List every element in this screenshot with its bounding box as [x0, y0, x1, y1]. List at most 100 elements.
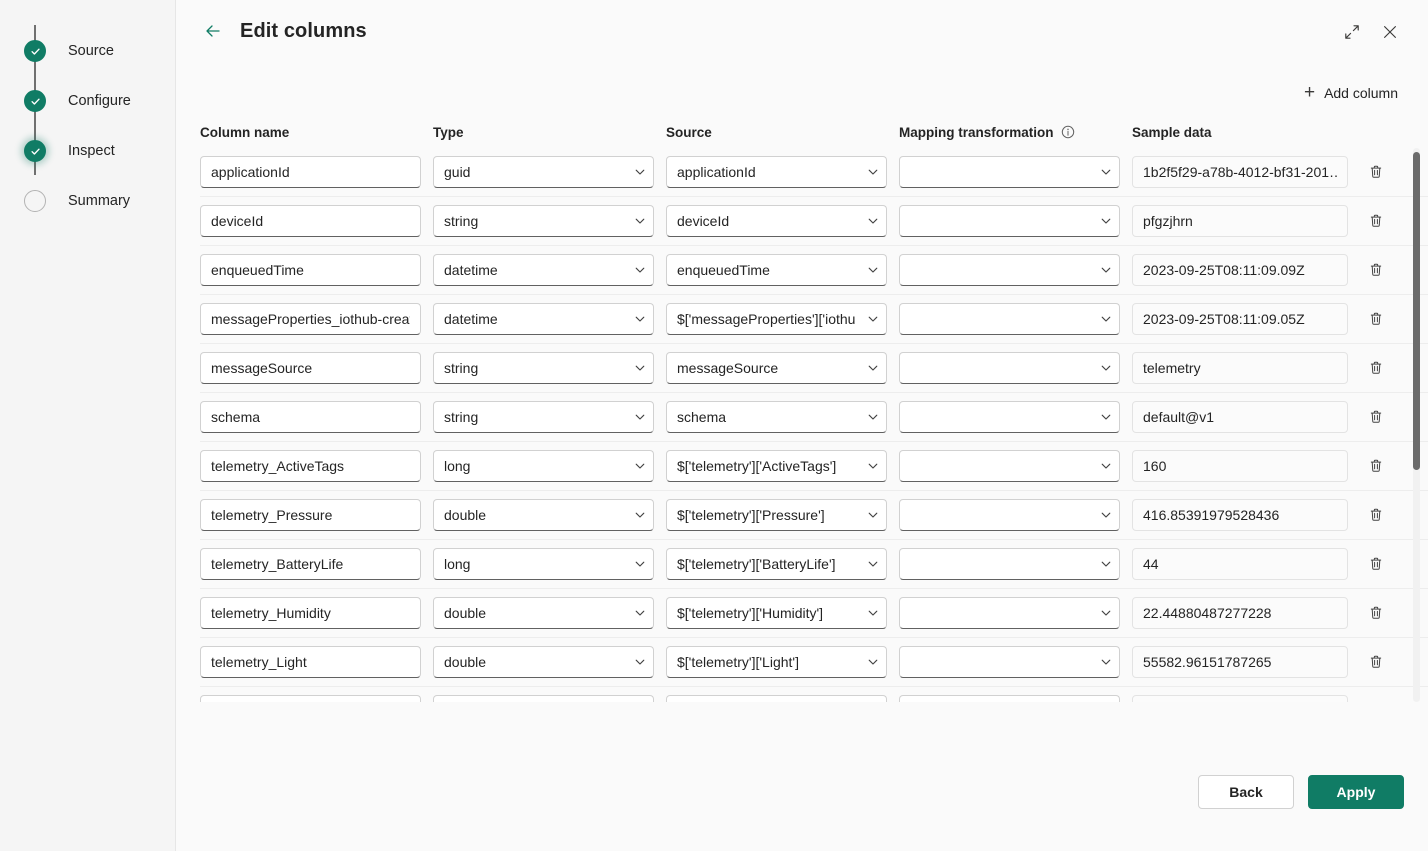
- info-icon[interactable]: [1061, 125, 1075, 139]
- cell-sample-data: 2023-09-25T08:11:09.09Z: [1132, 254, 1360, 286]
- back-button[interactable]: Back: [1198, 775, 1294, 809]
- column-name-value: telemetry_Light: [211, 654, 307, 670]
- source-dropdown[interactable]: $['telemetry']['Light']: [666, 646, 887, 678]
- wizard-step-summary[interactable]: Summary: [0, 176, 175, 226]
- cell-column-name: telemetry_Humidity: [200, 597, 433, 629]
- vertical-scrollbar-thumb[interactable]: [1413, 152, 1420, 470]
- type-dropdown[interactable]: string: [433, 205, 654, 237]
- mapping-transformation-dropdown[interactable]: [899, 548, 1120, 580]
- column-name-value: telemetry_BatteryLife: [211, 556, 344, 572]
- mapping-transformation-dropdown[interactable]: [899, 352, 1120, 384]
- trash-icon[interactable]: [1360, 303, 1392, 335]
- mapping-transformation-dropdown[interactable]: [899, 156, 1120, 188]
- column-name-input[interactable]: telemetry_ActiveTags: [200, 450, 421, 482]
- chevron-down-icon: [866, 459, 880, 473]
- trash-icon[interactable]: [1360, 695, 1392, 702]
- trash-icon[interactable]: [1360, 499, 1392, 531]
- trash-icon[interactable]: [1360, 352, 1392, 384]
- type-dropdown[interactable]: string: [433, 401, 654, 433]
- add-column-button[interactable]: + Add column: [1298, 78, 1404, 107]
- arrow-left-icon[interactable]: [200, 18, 226, 44]
- source-dropdown[interactable]: enqueuedTime: [666, 254, 887, 286]
- mapping-transformation-dropdown[interactable]: [899, 646, 1120, 678]
- trash-icon[interactable]: [1360, 450, 1392, 482]
- wizard-step-configure[interactable]: Configure: [0, 76, 175, 126]
- source-value: $['telemetry']['Humidity']: [677, 605, 824, 621]
- trash-icon[interactable]: [1360, 254, 1392, 286]
- column-name-input[interactable]: messageSource: [200, 352, 421, 384]
- cell-delete: [1360, 205, 1404, 237]
- type-dropdown[interactable]: datetime: [433, 254, 654, 286]
- trash-icon[interactable]: [1360, 205, 1392, 237]
- cell-type: guid: [433, 156, 666, 188]
- mapping-transformation-dropdown[interactable]: [899, 401, 1120, 433]
- cell-mapping-transformation: [899, 695, 1132, 702]
- trash-icon[interactable]: [1360, 548, 1392, 580]
- column-name-input[interactable]: schema: [200, 401, 421, 433]
- cell-column-name: deviceId: [200, 205, 433, 237]
- table-row: applicationId guid applicationId 1b2f5f29-a…: [200, 148, 1428, 197]
- column-name-input[interactable]: telemetry_BatteryLife: [200, 548, 421, 580]
- type-value: double: [444, 654, 487, 670]
- table-rows-scroll-area[interactable]: applicationId guid applicationId 1b2f5f29-a…: [176, 148, 1428, 702]
- header-mapping-transformation: Mapping transformation: [899, 125, 1132, 140]
- table-row: [200, 687, 1428, 702]
- cell-type: double: [433, 499, 666, 531]
- chevron-down-icon: [633, 508, 647, 522]
- source-dropdown[interactable]: deviceId: [666, 205, 887, 237]
- column-name-input[interactable]: messageProperties_iothub-creat: [200, 303, 421, 335]
- table-row: deviceId string deviceId pfgzjhrn: [200, 197, 1428, 246]
- close-icon[interactable]: [1376, 18, 1404, 46]
- trash-icon[interactable]: [1360, 401, 1392, 433]
- expand-diagonal-icon[interactable]: [1338, 18, 1366, 46]
- source-dropdown[interactable]: $['telemetry']['BatteryLife']: [666, 548, 887, 580]
- trash-icon[interactable]: [1360, 597, 1392, 629]
- table-row: enqueuedTime datetime enqueuedTime 2023-09-…: [200, 246, 1428, 295]
- column-name-input[interactable]: applicationId: [200, 156, 421, 188]
- type-dropdown[interactable]: long: [433, 450, 654, 482]
- source-dropdown[interactable]: $['telemetry']['Pressure']: [666, 499, 887, 531]
- type-dropdown[interactable]: long: [433, 548, 654, 580]
- mapping-transformation-dropdown[interactable]: [899, 205, 1120, 237]
- type-dropdown[interactable]: double: [433, 646, 654, 678]
- source-dropdown[interactable]: [666, 695, 887, 702]
- chevron-down-icon: [1099, 214, 1113, 228]
- chevron-down-icon: [866, 214, 880, 228]
- columns-table: Column name Type Source Mapping transfor…: [176, 116, 1428, 702]
- apply-button[interactable]: Apply: [1308, 775, 1404, 809]
- type-dropdown[interactable]: string: [433, 352, 654, 384]
- column-name-input[interactable]: enqueuedTime: [200, 254, 421, 286]
- type-dropdown[interactable]: [433, 695, 654, 702]
- chevron-down-icon: [633, 263, 647, 277]
- source-dropdown[interactable]: $['messageProperties']['iothu: [666, 303, 887, 335]
- mapping-transformation-dropdown[interactable]: [899, 597, 1120, 629]
- table-row: telemetry_BatteryLife long $['telemetry'][…: [200, 540, 1428, 589]
- cell-sample-data: pfgzjhrn: [1132, 205, 1360, 237]
- chevron-down-icon: [633, 459, 647, 473]
- column-name-input[interactable]: telemetry_Light: [200, 646, 421, 678]
- source-value: deviceId: [677, 213, 730, 229]
- mapping-transformation-dropdown[interactable]: [899, 450, 1120, 482]
- trash-icon[interactable]: [1360, 646, 1392, 678]
- mapping-transformation-dropdown[interactable]: [899, 695, 1120, 702]
- type-dropdown[interactable]: guid: [433, 156, 654, 188]
- column-name-input[interactable]: telemetry_Pressure: [200, 499, 421, 531]
- wizard-step-inspect[interactable]: Inspect: [0, 126, 175, 176]
- trash-icon[interactable]: [1360, 156, 1392, 188]
- mapping-transformation-dropdown[interactable]: [899, 499, 1120, 531]
- type-dropdown[interactable]: double: [433, 597, 654, 629]
- column-name-input[interactable]: deviceId: [200, 205, 421, 237]
- column-name-input[interactable]: [200, 695, 421, 702]
- mapping-transformation-dropdown[interactable]: [899, 254, 1120, 286]
- source-dropdown[interactable]: applicationId: [666, 156, 887, 188]
- type-dropdown[interactable]: double: [433, 499, 654, 531]
- source-dropdown[interactable]: $['telemetry']['ActiveTags']: [666, 450, 887, 482]
- source-dropdown[interactable]: messageSource: [666, 352, 887, 384]
- type-value: string: [444, 360, 479, 376]
- source-dropdown[interactable]: $['telemetry']['Humidity']: [666, 597, 887, 629]
- mapping-transformation-dropdown[interactable]: [899, 303, 1120, 335]
- type-dropdown[interactable]: datetime: [433, 303, 654, 335]
- wizard-step-source[interactable]: Source: [0, 26, 175, 76]
- column-name-input[interactable]: telemetry_Humidity: [200, 597, 421, 629]
- source-dropdown[interactable]: schema: [666, 401, 887, 433]
